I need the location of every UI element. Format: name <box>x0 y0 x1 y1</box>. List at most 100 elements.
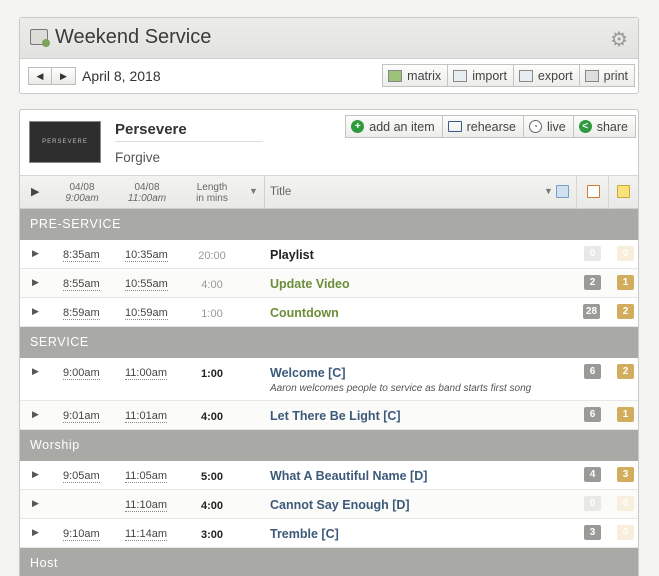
plan-title: Forgive <box>115 150 161 165</box>
attachment-count-badge[interactable]: 6 <box>584 407 601 422</box>
attachment-count-badge[interactable]: 3 <box>584 525 601 540</box>
item-length[interactable]: 4:00 <box>190 279 234 291</box>
column-length[interactable]: Length in mins <box>190 182 234 204</box>
section-header[interactable]: Worship <box>20 430 638 461</box>
series-artwork[interactable]: PERSEVERE <box>29 121 101 163</box>
add-item-button[interactable]: + add an item <box>345 115 443 138</box>
note-count-badge[interactable]: 0 <box>617 496 634 511</box>
item-time-1[interactable]: 9:10am <box>63 529 100 541</box>
item-time-2[interactable]: 10:35am <box>125 250 168 262</box>
note-count-badge[interactable]: 3 <box>617 467 634 482</box>
item-time-2[interactable]: 10:59am <box>125 308 168 320</box>
divider <box>576 176 577 209</box>
plan-item-row[interactable]: ▶ 9:05am 11:05am 5:00 What A Beautiful N… <box>20 461 638 490</box>
columns-icon[interactable] <box>556 185 569 198</box>
plan-item-row[interactable]: ▶ 9:01am 11:01am 4:00 Let There Be Light… <box>20 401 638 430</box>
item-title[interactable]: Welcome [C] <box>270 366 345 380</box>
item-time-2[interactable]: 11:14am <box>125 529 167 541</box>
matrix-icon <box>388 69 403 82</box>
attachment-count-badge[interactable]: 6 <box>584 364 601 379</box>
clock-icon: ◔ <box>528 120 542 133</box>
plan-item-row[interactable]: ▶ 8:35am 10:35am 20:00 Playlist 0 0 <box>20 240 638 269</box>
item-title[interactable]: Playlist <box>270 248 314 262</box>
attachment-count-badge[interactable]: 0 <box>584 496 601 511</box>
item-length[interactable]: 1:00 <box>190 308 234 320</box>
column-header: ▶ 04/08 9:00am 04/08 11:00am Length in m… <box>20 175 638 209</box>
attachment-count-badge[interactable]: 2 <box>584 275 601 290</box>
item-title[interactable]: Update Video <box>270 277 350 291</box>
item-title[interactable]: Tremble [C] <box>270 527 339 541</box>
chevron-left-icon: ◀ <box>36 70 44 81</box>
play-icon[interactable]: ▶ <box>32 469 39 480</box>
section-header[interactable]: Host <box>20 548 638 576</box>
item-time-2[interactable]: 10:55am <box>125 279 168 291</box>
sort-arrow-icon[interactable]: ▼ <box>249 186 258 196</box>
sort-arrow-icon[interactable]: ▼ <box>544 186 553 196</box>
item-title[interactable]: Let There Be Light [C] <box>270 409 401 423</box>
import-button[interactable]: import <box>448 64 514 87</box>
item-length[interactable]: 4:00 <box>190 411 234 423</box>
item-length[interactable]: 5:00 <box>190 471 234 483</box>
item-time-1[interactable]: 8:35am <box>63 250 100 262</box>
play-icon[interactable]: ▶ <box>32 498 39 509</box>
service-header-panel: Weekend Service ⚙ ◀ ▶ April 8, 2018 matr… <box>19 17 639 94</box>
plan-item-row[interactable]: ▶ 11:10am 4:00 Cannot Say Enough [D] 0 0 <box>20 490 638 519</box>
plan-item-row[interactable]: ▶ 8:55am 10:55am 4:00 Update Video 2 1 <box>20 269 638 298</box>
item-time-2[interactable]: 11:05am <box>125 471 167 483</box>
attachment-icon[interactable] <box>587 185 600 198</box>
item-length[interactable]: 20:00 <box>190 250 234 262</box>
item-time-1[interactable]: 8:59am <box>63 308 100 320</box>
item-time-1[interactable]: 8:55am <box>63 279 100 291</box>
note-count-badge[interactable]: 1 <box>617 407 634 422</box>
gear-icon[interactable]: ⚙ <box>610 27 628 52</box>
play-icon[interactable]: ▶ <box>32 527 39 538</box>
item-title[interactable]: Countdown <box>270 306 339 320</box>
item-length[interactable]: 4:00 <box>190 500 234 512</box>
export-button[interactable]: export <box>513 64 580 87</box>
section-header[interactable]: PRE-SERVICE <box>20 209 638 240</box>
play-all-icon[interactable]: ▶ <box>31 185 39 198</box>
matrix-button[interactable]: matrix <box>382 64 449 87</box>
item-title[interactable]: Cannot Say Enough [D] <box>270 498 410 512</box>
column-time-1[interactable]: 04/08 9:00am <box>62 182 102 204</box>
service-toolbar: matrix import export print <box>382 64 635 87</box>
play-icon[interactable]: ▶ <box>32 366 39 377</box>
plan-panel: PERSEVERE Persevere Forgive + add an item… <box>19 109 639 576</box>
note-count-badge[interactable]: 0 <box>617 246 634 261</box>
note-count-badge[interactable]: 1 <box>617 275 634 290</box>
print-button[interactable]: print <box>579 64 635 87</box>
service-type-icon <box>30 29 50 47</box>
attachment-count-badge[interactable]: 0 <box>584 246 601 261</box>
note-count-badge[interactable]: 0 <box>617 525 634 540</box>
plan-item-row[interactable]: ▶ 9:10am 11:14am 3:00 Tremble [C] 3 0 <box>20 519 638 548</box>
play-icon[interactable]: ▶ <box>32 277 39 288</box>
divider <box>608 176 609 209</box>
play-icon[interactable]: ▶ <box>32 248 39 259</box>
attachment-count-badge[interactable]: 4 <box>584 467 601 482</box>
play-icon[interactable]: ▶ <box>32 409 39 420</box>
note-count-badge[interactable]: 2 <box>617 304 634 319</box>
item-time-2[interactable]: 11:00am <box>125 368 167 380</box>
next-date-button[interactable]: ▶ <box>52 67 76 85</box>
item-note: Aaron welcomes people to service as band… <box>270 383 532 394</box>
item-time-1[interactable]: 9:00am <box>63 368 100 380</box>
column-time-2[interactable]: 04/08 11:00am <box>124 182 170 204</box>
item-time-2[interactable]: 11:01am <box>125 411 167 423</box>
item-time-2[interactable]: 11:10am <box>125 500 167 512</box>
plan-item-row[interactable]: ▶ 9:00am 11:00am 1:00 Welcome [C] Aaron … <box>20 358 638 401</box>
share-button[interactable]: < share <box>573 115 636 138</box>
note-icon[interactable] <box>617 185 630 198</box>
plan-item-row[interactable]: ▶ 8:59am 10:59am 1:00 Countdown 28 2 <box>20 298 638 327</box>
note-count-badge[interactable]: 2 <box>617 364 634 379</box>
item-title[interactable]: What A Beautiful Name [D] <box>270 469 427 483</box>
previous-date-button[interactable]: ◀ <box>28 67 52 85</box>
item-length[interactable]: 1:00 <box>190 368 234 380</box>
item-length[interactable]: 3:00 <box>190 529 234 541</box>
live-button[interactable]: ◔ live <box>523 115 574 138</box>
attachment-count-badge[interactable]: 28 <box>583 304 601 319</box>
item-time-1[interactable]: 9:05am <box>63 471 100 483</box>
section-header[interactable]: SERVICE <box>20 327 638 358</box>
rehearse-button[interactable]: rehearse <box>442 115 524 138</box>
play-icon[interactable]: ▶ <box>32 306 39 317</box>
item-time-1[interactable]: 9:01am <box>63 411 100 423</box>
